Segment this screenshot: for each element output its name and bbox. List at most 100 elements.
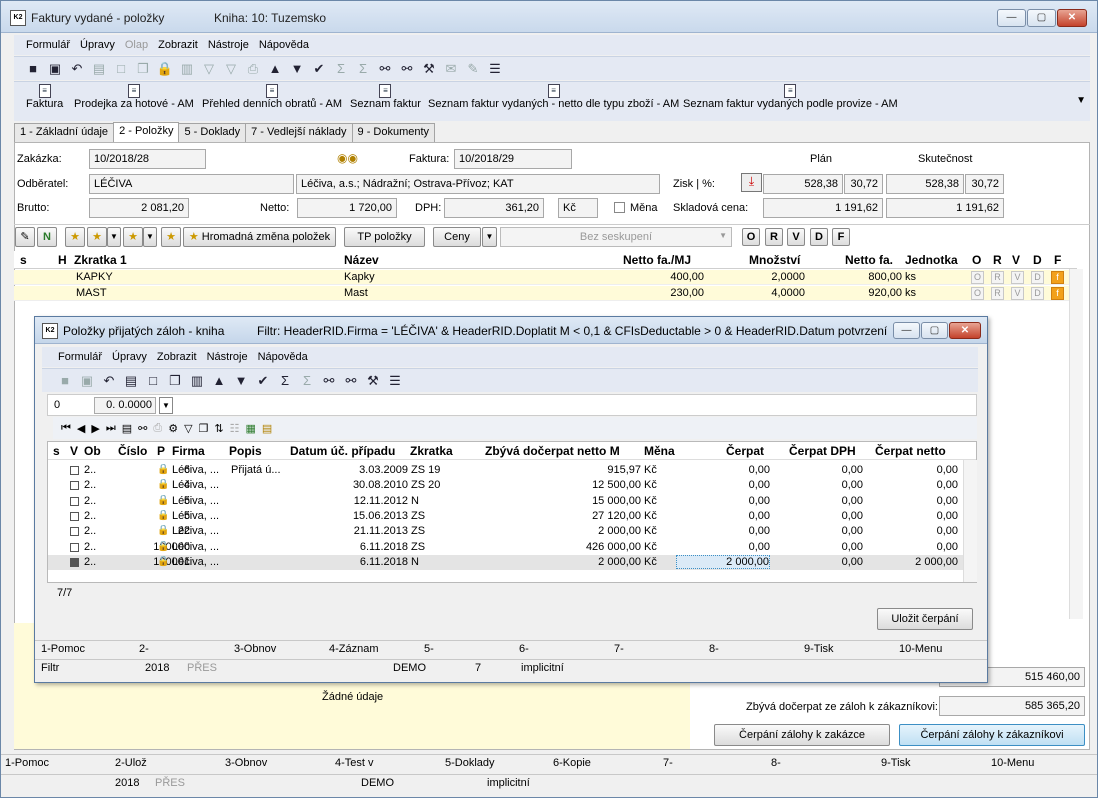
cell-cerpat[interactable]: 0,00: [749, 510, 770, 522]
fkey-5[interactable]: 5-Doklady: [441, 755, 549, 773]
chevron-down-icon[interactable]: ▼: [482, 227, 497, 247]
dialog-menu-zobrazit[interactable]: Zobrazit: [157, 351, 197, 363]
table-row[interactable]: MAST Mast 230,00 4,0000 920,00 ks O R V …: [14, 286, 1077, 301]
document-icon[interactable]: ▤: [122, 422, 132, 435]
fkey-3[interactable]: 3-Obnov: [221, 755, 331, 773]
minimize-button[interactable]: —: [997, 9, 1026, 27]
binoculars-icon[interactable]: ⚯: [138, 422, 147, 435]
col-f[interactable]: F: [1054, 253, 1061, 267]
fkey-4[interactable]: 4-Test v: [331, 755, 441, 773]
col-s[interactable]: s: [53, 444, 60, 458]
dialog-fkey-10[interactable]: 10-Menu: [893, 641, 983, 658]
filter-clear-icon[interactable]: ▽: [222, 60, 240, 78]
flag-v-button[interactable]: V: [787, 228, 805, 246]
tab-polozky[interactable]: 2 - Položky: [113, 122, 180, 142]
copy-icon[interactable]: ❐: [199, 422, 209, 435]
cerpani-zakazka-button[interactable]: Čerpání zálohy k zakázce: [714, 724, 890, 746]
cell-cerpat[interactable]: 0,00: [749, 464, 770, 476]
col-v[interactable]: V: [70, 444, 78, 458]
zisk-detail-icon[interactable]: ⤓: [741, 173, 762, 192]
dialog-close-button[interactable]: ✕: [949, 322, 981, 339]
menu-icon[interactable]: ☰: [486, 60, 504, 78]
book-icon[interactable]: ▥: [188, 372, 206, 390]
save-icon[interactable]: ■: [56, 372, 74, 390]
star-icon[interactable]: ★: [65, 227, 85, 247]
first-record-icon[interactable]: ⏮: [61, 422, 71, 435]
dialog-fkey-1[interactable]: 1-Pomoc: [35, 641, 133, 658]
tools-icon[interactable]: ⚒: [364, 372, 382, 390]
col-nazev[interactable]: Název: [344, 253, 379, 267]
rate-field[interactable]: 0. 0.0000: [94, 397, 156, 414]
fkey-6[interactable]: 6-Kopie: [549, 755, 659, 773]
table-row[interactable]: 2.. 4 🔒 Léčiva, ... 30.08.2010 ZS 20 12 500,00…: [48, 478, 963, 493]
save-close-icon[interactable]: ▣: [78, 372, 96, 390]
tab-zakladni-udaje[interactable]: 1 - Základní údaje: [14, 123, 115, 142]
last-record-icon[interactable]: ⏭: [106, 422, 116, 435]
report-prodejka[interactable]: ≡ Prodejka za hotové - AM: [74, 84, 194, 110]
mail-icon[interactable]: ✉: [442, 60, 460, 78]
hromadna-zmena-button[interactable]: ★ Hromadná změna položek: [183, 227, 336, 247]
book-icon[interactable]: ▥: [178, 60, 196, 78]
items-scrollbar[interactable]: [1069, 269, 1083, 619]
print-icon[interactable]: ⎙: [244, 60, 262, 78]
checkbox[interactable]: [70, 496, 79, 506]
report-seznam-netto[interactable]: ≡ Seznam faktur vydaných - netto dle typu…: [428, 84, 679, 110]
arrow-up-icon[interactable]: ▲: [266, 60, 284, 78]
new-icon[interactable]: □: [112, 60, 130, 78]
faktura-field[interactable]: 10/2018/29: [454, 149, 572, 169]
report-seznam-provize[interactable]: ≡ Seznam faktur vydaných podle provize - …: [683, 84, 898, 110]
col-datum[interactable]: Datum úč. případu: [290, 444, 410, 458]
col-netto-mj[interactable]: Netto fa./MJ: [623, 253, 691, 267]
report-faktura[interactable]: ≡ Faktura: [26, 84, 63, 110]
fkey-1[interactable]: 1-Pomoc: [1, 755, 111, 773]
table-row[interactable]: 2.. 100000 🔒 Léčiva, ... 6.11.2018 ZS 426 000,…: [48, 540, 963, 555]
checkbox[interactable]: [70, 466, 79, 475]
edit-pencil-icon[interactable]: ✎: [15, 227, 35, 247]
col-d[interactable]: D: [1033, 253, 1042, 267]
sum2-icon[interactable]: Σ: [298, 372, 316, 390]
col-r[interactable]: R: [993, 253, 1002, 267]
cell-cerpat[interactable]: 0,00: [749, 495, 770, 507]
dialog-menu-napoveda[interactable]: Nápověda: [258, 351, 308, 363]
checkbox[interactable]: [70, 557, 79, 567]
col-firma[interactable]: Firma: [172, 444, 205, 458]
flag-f-button[interactable]: F: [832, 228, 850, 246]
menu-nastroje[interactable]: Nástroje: [208, 39, 249, 51]
lock-icon[interactable]: 🔒: [156, 60, 174, 78]
col-cerpat[interactable]: Čerpat: [726, 444, 764, 458]
col-zbyva[interactable]: Zbývá dočerpat netto M: [485, 444, 645, 458]
dialog-menu-nastroje[interactable]: Nástroje: [207, 351, 248, 363]
col-v[interactable]: V: [1012, 253, 1020, 267]
binoculars-icon[interactable]: ⚯: [320, 372, 338, 390]
col-jednotka[interactable]: Jednotka: [905, 253, 958, 267]
cell-cerpat[interactable]: 2 000,00: [676, 554, 770, 569]
copy-icon[interactable]: ❐: [166, 372, 184, 390]
binoculars-next-icon[interactable]: ⚯: [342, 372, 360, 390]
star-delete-icon[interactable]: ★: [161, 227, 181, 247]
table-row[interactable]: 2.. 5 🔒 Léčiva, ... 12.11.2012 N 15 000,00 Kč 0,…: [48, 494, 963, 509]
tools-icon[interactable]: ⚒: [420, 60, 438, 78]
table-row[interactable]: 2.. 22 🔒 Léčiva, ... 21.11.2013 ZS 2 000,00 Kč 0…: [48, 524, 963, 539]
tab-dokumenty[interactable]: 9 - Dokumenty: [351, 123, 436, 142]
open-icon[interactable]: ▤: [122, 372, 140, 390]
table-row[interactable]: 2.. 5 🔒 Léčiva, ... 15.06.2013 ZS 27 120,00 Kč 0…: [48, 509, 963, 524]
list-icon[interactable]: ☷: [230, 422, 240, 435]
next-record-icon[interactable]: ▶: [91, 422, 99, 435]
ulozit-cerpani-button[interactable]: Uložit čerpání: [877, 608, 973, 630]
filter-icon[interactable]: ▽: [200, 60, 218, 78]
checkbox[interactable]: [70, 511, 79, 521]
chevron-down-icon[interactable]: ▼: [143, 227, 157, 247]
dialog-fkey-8[interactable]: 8-: [703, 641, 798, 658]
fkey-10[interactable]: 10-Menu: [987, 755, 1097, 773]
grouping-select[interactable]: Bez seskupení ▼: [500, 227, 732, 247]
advances-scrollbar[interactable]: [963, 460, 977, 582]
open-icon[interactable]: ▤: [90, 60, 108, 78]
dialog-fkey-6[interactable]: 6-: [513, 641, 608, 658]
table-row[interactable]: KAPKY Kapky 400,00 2,0000 800,00 ks O R …: [14, 270, 1077, 285]
close-button[interactable]: ✕: [1057, 9, 1087, 27]
binoculars-icon[interactable]: ⚯: [376, 60, 394, 78]
flag-d-button[interactable]: D: [810, 228, 828, 246]
chevron-down-icon[interactable]: ▼: [159, 397, 173, 414]
dialog-fkey-2[interactable]: 2-: [133, 641, 228, 658]
tp-polozky-button[interactable]: TP položky: [344, 227, 425, 247]
